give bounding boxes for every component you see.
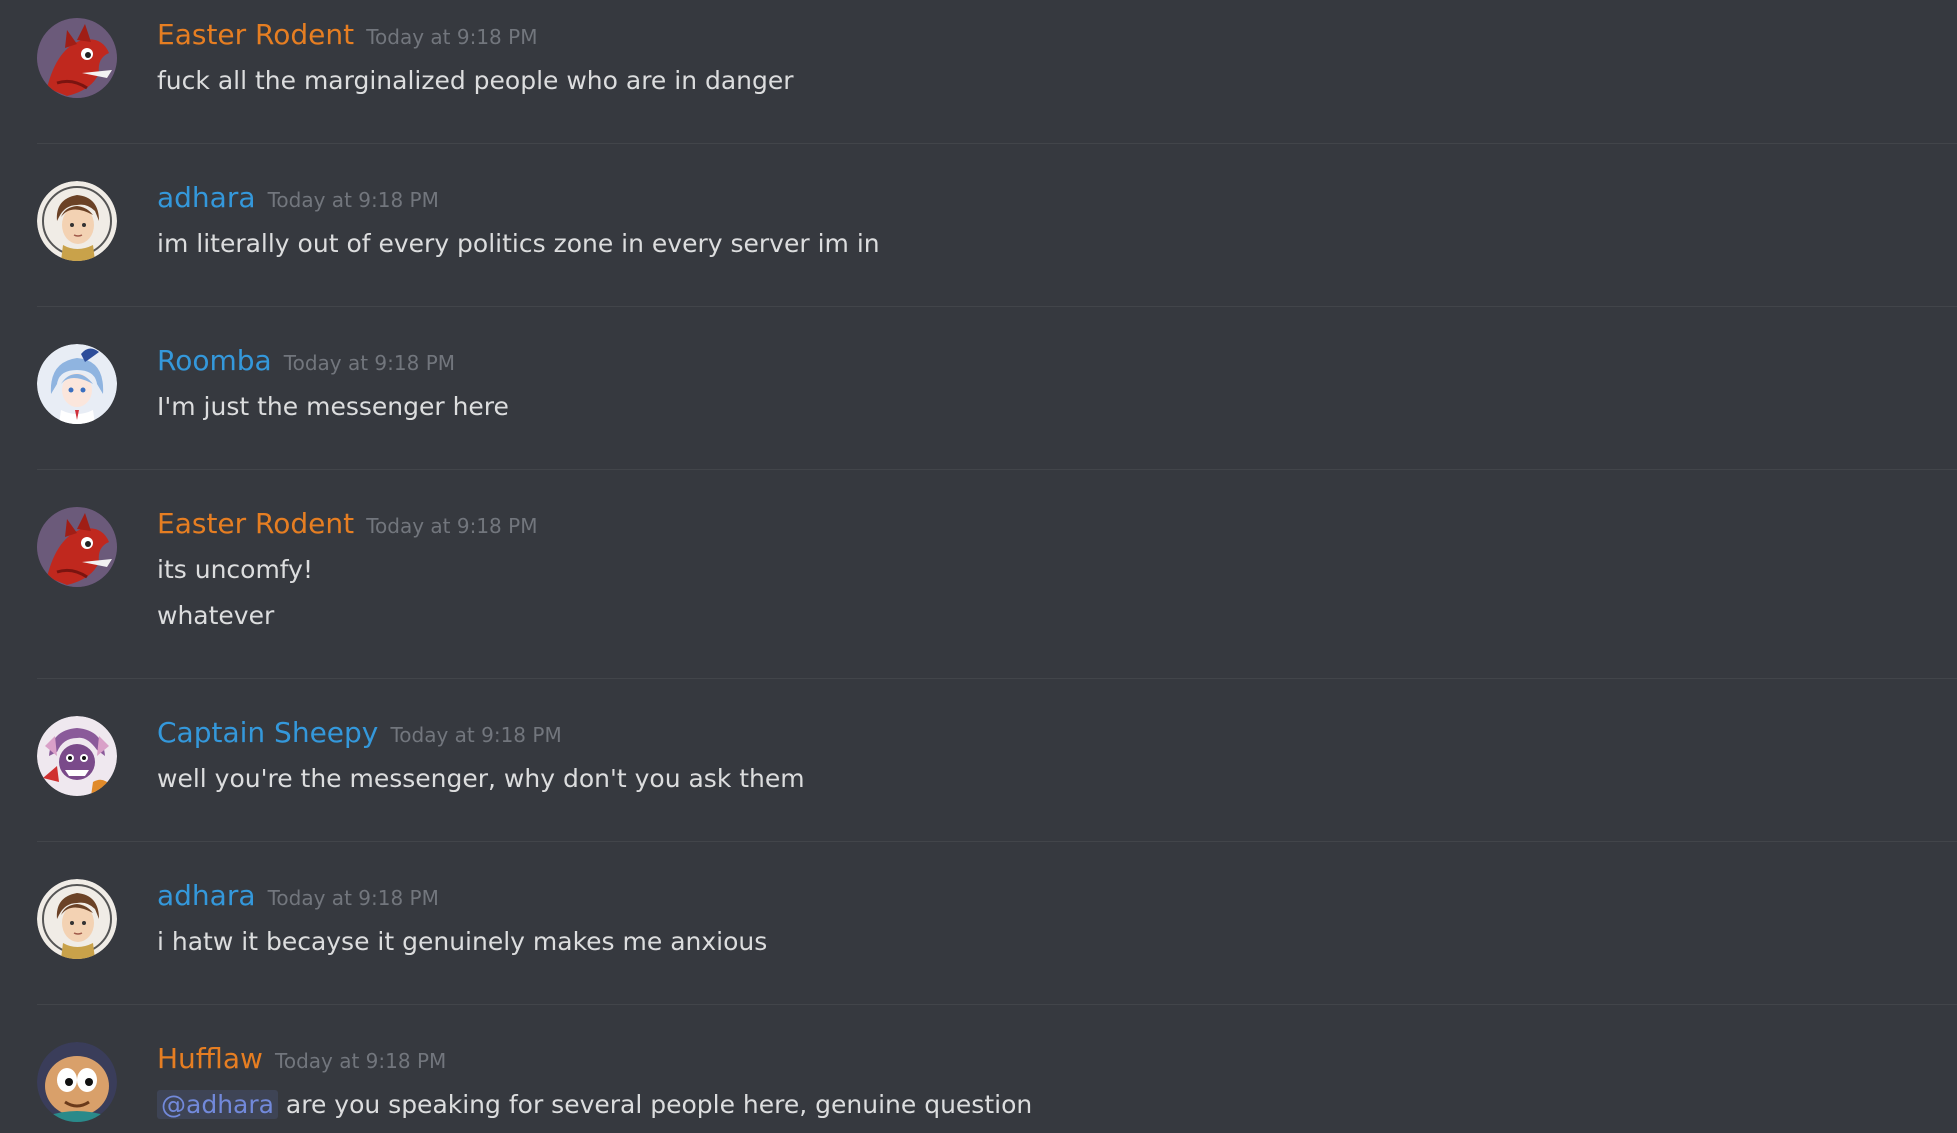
brown-hair-character-avatar-icon (37, 181, 117, 261)
username[interactable]: Hufflaw (157, 1042, 263, 1075)
message-group: Captain Sheepy Today at 9:18 PM well you… (37, 679, 1957, 842)
avatar[interactable] (37, 879, 117, 959)
message-header: adhara Today at 9:18 PM (157, 879, 439, 919)
avatar[interactable] (37, 1042, 117, 1122)
username[interactable]: Captain Sheepy (157, 716, 378, 749)
message-group: Hufflaw Today at 9:18 PM @adhara are you… (37, 1005, 1957, 1133)
red-dragon-avatar-icon (37, 507, 117, 587)
message-list: Easter Rodent Today at 9:18 PM fuck all … (0, 0, 1957, 1133)
message-text: whatever (157, 601, 275, 630)
cartoon-face-avatar-icon (37, 1042, 117, 1122)
message-group: Easter Rodent Today at 9:18 PM its uncom… (37, 470, 1957, 679)
message-header: Easter Rodent Today at 9:18 PM (157, 507, 537, 547)
message-text: im literally out of every politics zone … (157, 229, 880, 258)
message-text-content: are you speaking for several people here… (285, 1090, 1033, 1119)
user-mention[interactable]: @adhara (157, 1090, 278, 1119)
timestamp: Today at 9:18 PM (283, 351, 456, 375)
message-header: Roomba Today at 9:18 PM (157, 344, 455, 384)
username[interactable]: adhara (157, 879, 256, 912)
avatar[interactable] (37, 507, 117, 587)
red-dragon-avatar-icon (37, 18, 117, 98)
brown-hair-character-avatar-icon (37, 879, 117, 959)
username[interactable]: Easter Rodent (157, 507, 354, 540)
message-header: adhara Today at 9:18 PM (157, 181, 439, 221)
username[interactable]: adhara (157, 181, 256, 214)
timestamp: Today at 9:18 PM (275, 1049, 447, 1073)
message-text: fuck all the marginalized people who are… (157, 66, 794, 95)
message-text: @adhara are you speaking for several peo… (157, 1090, 1032, 1119)
purple-character-avatar-icon (37, 716, 117, 796)
avatar[interactable] (37, 716, 117, 796)
message-group: adhara Today at 9:18 PM i hatw it becays… (37, 842, 1957, 1005)
timestamp: Today at 9:18 PM (267, 188, 439, 212)
username[interactable]: Easter Rodent (157, 18, 354, 51)
message-header: Hufflaw Today at 9:18 PM (157, 1042, 446, 1082)
message-text: well you're the messenger, why don't you… (157, 764, 805, 793)
message-group: Easter Rodent Today at 9:18 PM fuck all … (37, 0, 1957, 144)
timestamp: Today at 9:18 PM (366, 514, 538, 538)
message-header: Easter Rodent Today at 9:18 PM (157, 18, 537, 58)
blue-hair-anime-girl-avatar-icon (37, 344, 117, 424)
avatar[interactable] (37, 18, 117, 98)
timestamp: Today at 9:18 PM (267, 886, 439, 910)
avatar[interactable] (37, 344, 117, 424)
timestamp: Today at 9:18 PM (390, 723, 562, 747)
message-text: its uncomfy! (157, 555, 313, 584)
message-group: Roomba Today at 9:18 PM I'm just the mes… (37, 307, 1957, 470)
username[interactable]: Roomba (157, 344, 272, 377)
timestamp: Today at 9:18 PM (366, 25, 538, 49)
message-text: I'm just the messenger here (157, 392, 509, 421)
message-text: i hatw it becayse it genuinely makes me … (157, 927, 768, 956)
message-group: adhara Today at 9:18 PM im literally out… (37, 144, 1957, 307)
message-header: Captain Sheepy Today at 9:18 PM (157, 716, 562, 756)
avatar[interactable] (37, 181, 117, 261)
